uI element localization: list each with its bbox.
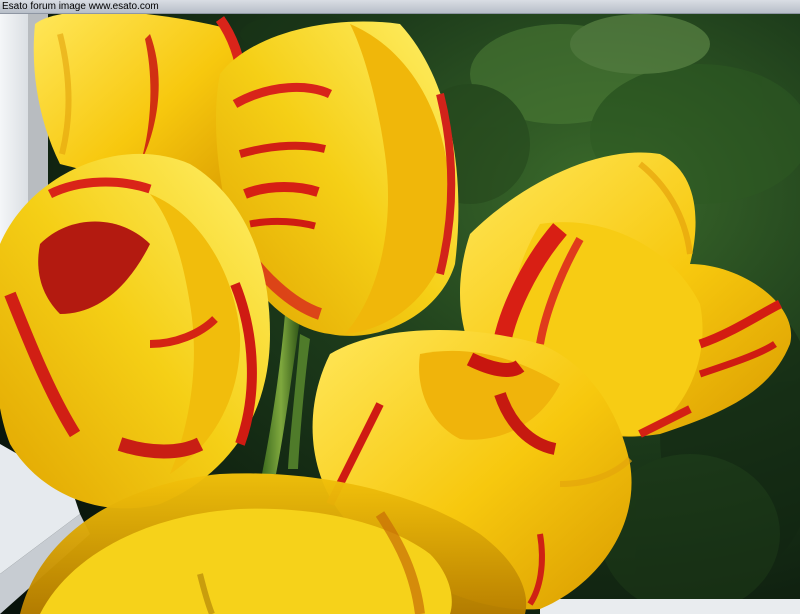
forum-image-frame: Esato forum image www.esato.com (0, 0, 800, 614)
watermark-text: Esato forum image www.esato.com (2, 1, 159, 12)
tulip-photo (0, 14, 800, 614)
watermark-banner: Esato forum image www.esato.com (0, 0, 800, 14)
